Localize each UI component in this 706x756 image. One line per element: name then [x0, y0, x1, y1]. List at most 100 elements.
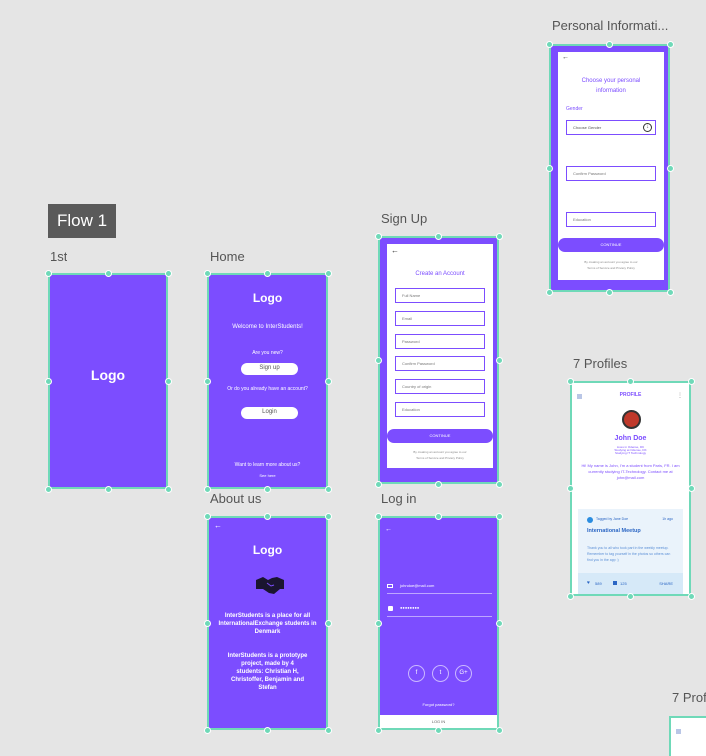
login-password-input[interactable]: ●●●●●●●●	[400, 605, 419, 610]
resize-handle[interactable]	[164, 377, 172, 385]
resize-handle[interactable]	[104, 269, 112, 277]
facebook-icon[interactable]: f	[408, 665, 425, 682]
resize-handle[interactable]	[545, 288, 553, 296]
resize-handle[interactable]	[264, 512, 271, 520]
resize-handle[interactable]	[264, 485, 271, 493]
resize-handle[interactable]	[435, 480, 442, 488]
back-arrow-icon[interactable]: ←	[385, 526, 392, 533]
resize-handle[interactable]	[666, 40, 674, 48]
confirm-password-field[interactable]: Confirm Password	[395, 356, 485, 371]
artboard-label-home[interactable]: Home	[210, 249, 245, 264]
resize-handle[interactable]	[104, 485, 112, 493]
artboard-signup[interactable]: ← Create an Account Full Name Email Pass…	[378, 236, 499, 484]
artboard-1st[interactable]: Logo	[48, 273, 168, 489]
resize-handle[interactable]	[264, 269, 271, 277]
artboard-profiles-2[interactable]	[669, 716, 706, 756]
event-card[interactable]: Tagged by Jane Doe 1h ago International …	[578, 509, 683, 594]
share-button[interactable]: SHARE	[659, 581, 673, 586]
resize-handle[interactable]	[374, 726, 382, 734]
resize-handle[interactable]	[545, 164, 553, 172]
heart-icon[interactable]: ♥	[587, 580, 590, 586]
resize-handle[interactable]	[545, 40, 553, 48]
resize-handle[interactable]	[435, 232, 442, 240]
login-button[interactable]: Login	[241, 407, 298, 419]
resize-handle[interactable]	[374, 232, 382, 240]
resize-handle[interactable]	[44, 377, 52, 385]
resize-handle[interactable]	[44, 269, 52, 277]
resize-handle[interactable]	[687, 485, 695, 492]
artboard-home[interactable]: Logo Welcome to InterStudents! Are you n…	[207, 273, 328, 489]
education-field[interactable]: Education	[395, 402, 485, 417]
resize-handle[interactable]	[164, 485, 172, 493]
resize-handle[interactable]	[374, 512, 382, 520]
resize-handle[interactable]	[566, 592, 574, 600]
back-arrow-icon[interactable]: ←	[562, 54, 569, 61]
resize-handle[interactable]	[374, 619, 382, 627]
terms-link[interactable]: Terms of Service and Privacy Policy	[387, 456, 493, 461]
resize-handle[interactable]	[566, 377, 574, 385]
resize-handle[interactable]	[495, 619, 503, 627]
country-field[interactable]: Country of origin	[395, 379, 485, 394]
password-field[interactable]: Password	[395, 334, 485, 349]
chevron-down-icon[interactable]: ↓	[643, 123, 652, 132]
resize-handle[interactable]	[203, 485, 211, 493]
twitter-icon[interactable]: t	[432, 665, 449, 682]
resize-handle[interactable]	[606, 288, 613, 296]
see-here-link[interactable]: See here	[209, 473, 326, 478]
resize-handle[interactable]	[627, 592, 634, 600]
gender-select[interactable]: Choose Gender ↓	[566, 120, 656, 135]
resize-handle[interactable]	[44, 485, 52, 493]
resize-handle[interactable]	[203, 269, 211, 277]
artboard-label-about[interactable]: About us	[210, 491, 261, 506]
terms-link[interactable]: Terms of Service and Privacy Policy	[558, 266, 664, 271]
email-field[interactable]: Email	[395, 311, 485, 326]
resize-handle[interactable]	[687, 377, 695, 385]
forgot-password-link[interactable]: Forgot password?	[380, 702, 497, 707]
artboard-login[interactable]: ← johndoe@mail.com ●●●●●●●● f t G+ Forgo…	[378, 516, 499, 730]
resize-handle[interactable]	[264, 726, 271, 734]
resize-handle[interactable]	[164, 269, 172, 277]
menu-icon[interactable]	[676, 729, 681, 734]
resize-handle[interactable]	[687, 592, 695, 600]
artboard-profiles[interactable]: PROFILE ⋮ John Doe Lives in Odense, DK S…	[570, 381, 691, 596]
artboard-about[interactable]: ← Logo InterStudents is a place for all …	[207, 516, 328, 730]
resize-handle[interactable]	[203, 619, 211, 627]
fullname-field[interactable]: Full Name	[395, 288, 485, 303]
more-icon[interactable]: ⋮	[677, 392, 683, 399]
resize-handle[interactable]	[324, 377, 332, 385]
resize-handle[interactable]	[627, 377, 634, 385]
resize-handle[interactable]	[324, 485, 332, 493]
avatar[interactable]	[622, 410, 641, 429]
artboard-label-signup[interactable]: Sign Up	[381, 211, 427, 226]
continue-button[interactable]: CONTINUE	[387, 429, 493, 443]
artboard-label-login[interactable]: Log in	[381, 491, 416, 506]
google-plus-icon[interactable]: G+	[455, 665, 472, 682]
resize-handle[interactable]	[495, 480, 503, 488]
resize-handle[interactable]	[435, 726, 442, 734]
resize-handle[interactable]	[203, 726, 211, 734]
resize-handle[interactable]	[435, 512, 442, 520]
comment-icon[interactable]	[613, 581, 617, 585]
resize-handle[interactable]	[606, 40, 613, 48]
resize-handle[interactable]	[374, 480, 382, 488]
resize-handle[interactable]	[495, 232, 503, 240]
back-arrow-icon[interactable]: ←	[391, 246, 399, 255]
signup-button[interactable]: Sign up	[241, 363, 298, 375]
confirm-password-field[interactable]: Confirm Password	[566, 166, 656, 181]
resize-handle[interactable]	[203, 512, 211, 520]
resize-handle[interactable]	[566, 485, 574, 492]
artboard-personal-info[interactable]: ← Choose your personal information Gende…	[549, 44, 670, 292]
resize-handle[interactable]	[203, 377, 211, 385]
resize-handle[interactable]	[324, 726, 332, 734]
back-arrow-icon[interactable]: ←	[214, 521, 222, 530]
resize-handle[interactable]	[495, 356, 503, 364]
login-email-input[interactable]: johndoe@mail.com	[400, 583, 434, 588]
artboard-label-personal[interactable]: Personal Informati...	[552, 18, 676, 33]
resize-handle[interactable]	[666, 288, 674, 296]
resize-handle[interactable]	[666, 164, 674, 172]
flow-label[interactable]: Flow 1	[48, 204, 116, 238]
artboard-label-profiles-2[interactable]: 7 Prof	[672, 690, 706, 705]
resize-handle[interactable]	[495, 726, 503, 734]
education-field[interactable]: Education	[566, 212, 656, 227]
artboard-label-profiles[interactable]: 7 Profiles	[573, 356, 627, 371]
